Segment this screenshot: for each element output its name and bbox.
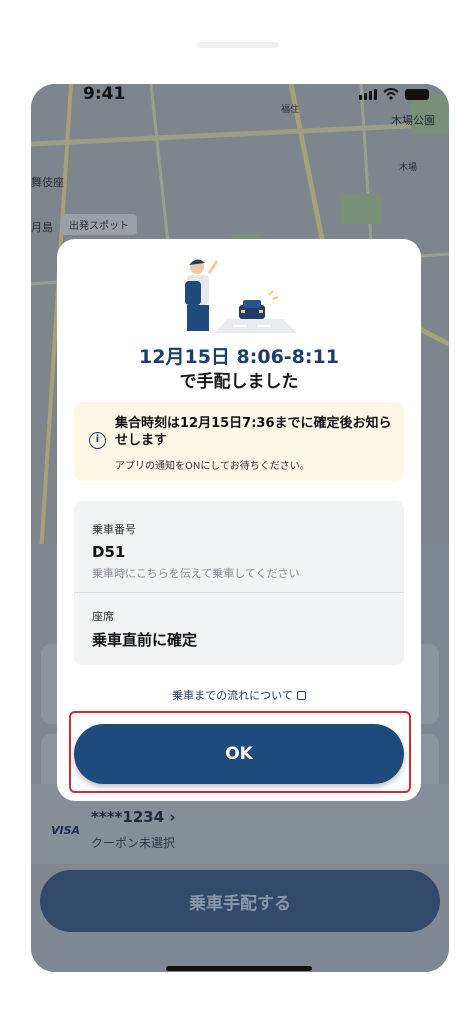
seat-label: 座席 [92,610,114,623]
battery-icon [405,88,429,100]
confirmation-modal: 12月15日 8:06-8:11 で手配しました i 集合時刻は12月15日7:… [57,239,421,801]
map-label: 月島 [31,221,53,234]
notice-title: 集合時刻は12月15日7:36までに確定後お知らせします [115,416,392,448]
pickup-time-title: 12月15日 8:06-8:11 [139,346,339,368]
arranged-subtitle: で手配しました [179,372,299,392]
map-label: 福住 [281,105,300,115]
coupon-status: クーポン未選択 [91,836,176,850]
boarding-number-note: 乗車時にこちらを伝えて乗車してください [92,567,300,580]
signal-icon [359,88,377,100]
pickup-illustration-icon [185,259,297,333]
notice-subtitle: アプリの通知をONにしてお待ちください。 [115,461,310,472]
map-label: 木場 [399,163,418,173]
wifi-icon [383,88,399,100]
status-time: 9:41 [83,84,126,104]
map-label: 木場公園 [391,114,435,127]
ok-button[interactable]: OK [74,724,404,784]
divider [74,592,404,593]
request-ride-button[interactable]: 乗車手配する [40,870,440,932]
sheet-grabber [197,42,279,48]
status-icons [359,88,429,100]
home-indicator [166,966,312,971]
departure-spot-chip[interactable]: 出発スポット [61,214,137,235]
seat-value: 乗車直前に確定 [92,631,198,649]
ride-flow-link[interactable]: 乗車までの流れについて [57,687,421,703]
ride-info-card: 乗車番号 D51 乗車時にこちらを伝えて乗車してください 座席 乗車直前に確定 [74,501,404,665]
card-number[interactable]: ****1234 › [91,808,176,826]
boarding-number-label: 乗車番号 [92,523,136,536]
boarding-number-value: D51 [92,543,126,561]
info-icon: i [89,432,106,449]
external-link-icon [296,691,306,700]
map-label: 舞伎座 [31,176,64,189]
notice-box: i 集合時刻は12月15日7:36までに確定後お知らせします アプリの通知をON… [74,402,404,481]
ride-flow-link-label[interactable]: 乗車までの流れについて [172,689,293,702]
visa-logo: VISA [51,824,81,837]
